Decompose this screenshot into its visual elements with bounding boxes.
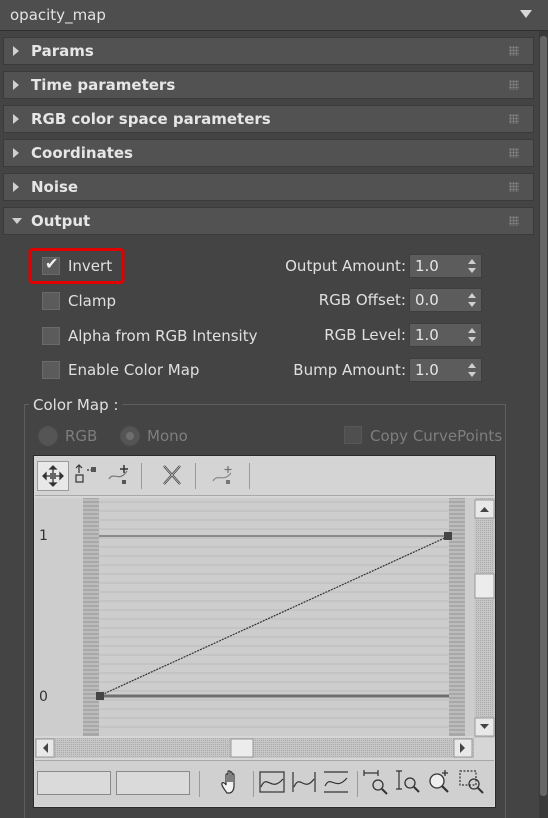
output-amount-value[interactable]: 1.0 [415,257,439,275]
spinner-up-icon[interactable] [468,328,476,333]
bump-amount-value[interactable]: 1.0 [415,361,439,379]
move-point-icon[interactable] [37,461,69,491]
y-tick-1: 1 [39,528,48,544]
reset-curves-icon[interactable] [209,461,241,491]
point-x-field[interactable] [37,771,111,795]
spinner-down-icon[interactable] [468,268,476,273]
spinner-up-icon[interactable] [468,363,476,368]
spinner-up-icon[interactable] [468,259,476,264]
curve-graph[interactable]: 1 0 [35,498,474,736]
color-map-group-label: Color Map : [29,396,123,414]
expand-arrow-icon [13,114,19,124]
curve-plot[interactable] [35,498,474,736]
rgb-level-label: RGB Level: [324,326,406,344]
enable-color-map-label: Enable Color Map [68,361,200,379]
copy-curvepoints-checkbox[interactable] [344,426,362,444]
rollout-label: Time parameters [31,76,176,94]
curve-toolbar [35,457,494,496]
rgb-offset-label: RGB Offset: [318,291,406,309]
point-y-field[interactable] [116,771,190,795]
curve-horizontal-scrollbar[interactable] [35,738,474,758]
rollout-noise[interactable]: Noise [3,173,534,201]
expand-arrow-icon [13,46,19,56]
spinner-up-icon[interactable] [468,293,476,298]
curve-point-start [96,692,104,700]
rollout-label: Noise [31,178,79,196]
enable-color-map-checkbox[interactable] [42,361,60,379]
chevron-down-icon[interactable] [520,10,532,18]
rgb-radio-label: RGB [65,427,98,445]
bump-amount-spinner[interactable]: 1.0 [409,358,482,382]
rollout-params[interactable]: Params [3,37,534,65]
radio-dot-icon [126,432,134,440]
mono-radio[interactable] [120,426,140,446]
expand-arrow-icon [13,182,19,192]
rgb-level-spinner[interactable]: 1.0 [409,323,482,347]
spinner-down-icon[interactable] [468,372,476,377]
spinner-down-icon[interactable] [468,302,476,307]
rollout-label: Output [31,212,91,230]
panel-scrollbar-thumb[interactable] [540,36,547,796]
grip-icon [509,46,519,56]
curve-bottom-toolbar [35,760,494,806]
map-name: opacity_map [10,6,106,24]
output-amount-label: Output Amount: [285,257,406,275]
scale-point-icon[interactable] [71,461,103,491]
color-map-curve-editor[interactable]: 1 0 [33,455,496,808]
grip-icon [509,114,519,124]
grip-icon [509,80,519,90]
clamp-checkbox[interactable] [42,292,60,310]
mono-radio-label: Mono [147,427,188,445]
spinner-down-icon[interactable] [468,337,476,342]
zoom-icon[interactable] [425,767,457,797]
alpha-from-rgb-checkbox[interactable] [42,327,60,345]
toolbar-separator [249,463,250,489]
zoom-horizontal-icon[interactable] [361,767,393,797]
invert-highlight [29,248,125,284]
rollout-label: Params [31,42,94,60]
grip-icon [509,216,519,226]
output-amount-spinner[interactable]: 1.0 [409,254,482,278]
zoom-extents-icon[interactable] [257,767,289,797]
pan-hand-icon[interactable] [217,767,249,797]
rollout-rgb-color-space[interactable]: RGB color space parameters [3,105,534,133]
rollout-label: RGB color space parameters [31,110,271,128]
toolbar-separator [357,771,358,797]
clamp-label: Clamp [68,292,116,310]
panel-header[interactable]: opacity_map [0,0,548,31]
expand-arrow-icon [13,80,19,90]
expand-arrow-icon [13,148,19,158]
rollout-coordinates[interactable]: Coordinates [3,139,534,167]
zoom-vertical-icon[interactable] [393,767,425,797]
curve-vertical-scrollbar[interactable] [474,498,495,738]
zoom-vertical-extents-icon[interactable] [321,767,353,797]
delete-point-icon[interactable] [157,461,189,491]
zoom-region-icon[interactable] [457,767,489,797]
rgb-radio[interactable] [38,426,58,446]
zoom-horizontal-extents-icon[interactable] [289,767,321,797]
rgb-offset-spinner[interactable]: 0.0 [409,288,482,312]
grip-icon [509,182,519,192]
add-point-icon[interactable] [105,461,137,491]
y-tick-0: 0 [39,689,48,705]
curve-point-end [444,532,452,540]
toolbar-separator [141,463,142,489]
grip-icon [509,148,519,158]
toolbar-separator [195,463,196,489]
toolbar-separator [199,771,200,797]
rollout-time-parameters[interactable]: Time parameters [3,71,534,99]
rollout-output[interactable]: Output [3,207,534,235]
collapse-arrow-icon [12,218,22,224]
copy-curvepoints-label: Copy CurvePoints [370,427,503,445]
rollout-label: Coordinates [31,144,133,162]
toolbar-separator [253,771,254,797]
rgb-offset-value[interactable]: 0.0 [415,291,439,309]
bump-amount-label: Bump Amount: [293,361,406,379]
rgb-level-value[interactable]: 1.0 [415,326,439,344]
